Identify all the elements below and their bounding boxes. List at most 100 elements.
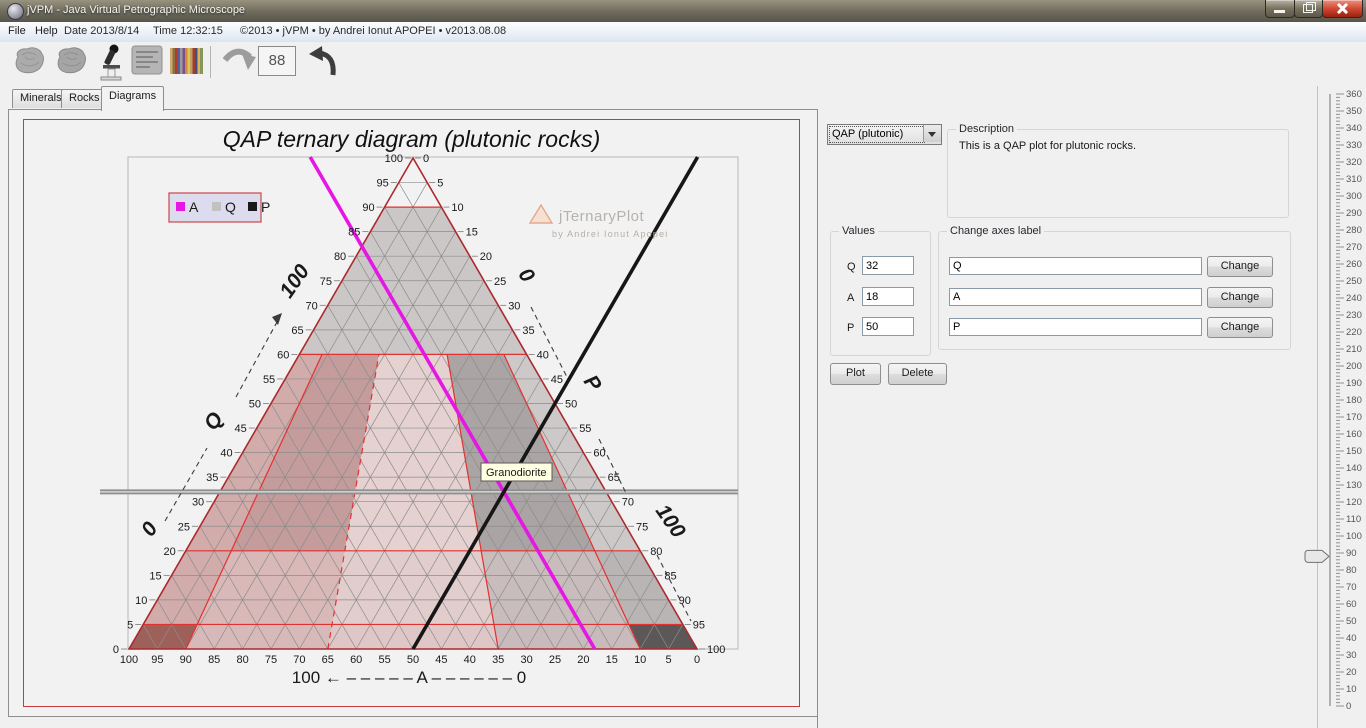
svg-text:25: 25: [494, 276, 506, 288]
rock-sample-2-icon[interactable]: [54, 45, 90, 82]
svg-text:10: 10: [634, 654, 646, 666]
rock-sample-1-icon[interactable]: [12, 45, 48, 82]
svg-text:50: 50: [565, 399, 577, 411]
change-q-button[interactable]: Change: [1207, 256, 1273, 277]
ternary-plot[interactable]: 0005551010101515152020202525253030303535…: [9, 109, 819, 721]
a-value-label: A: [847, 292, 855, 304]
counter-field[interactable]: 88: [258, 46, 296, 76]
svg-text:130: 130: [1346, 480, 1362, 491]
values-group-title: Values: [839, 225, 878, 237]
microscope-icon[interactable]: [96, 44, 126, 86]
svg-text:40: 40: [464, 654, 476, 666]
menu-help[interactable]: Help: [30, 25, 63, 37]
svg-text:55: 55: [378, 654, 390, 666]
svg-text:70: 70: [306, 300, 318, 312]
svg-text:jTernaryPlot: jTernaryPlot: [558, 208, 645, 225]
svg-text:by Andrei Ionut Apopei: by Andrei Ionut Apopei: [552, 229, 668, 239]
chevron-down-icon: [928, 132, 936, 137]
delete-button[interactable]: Delete: [888, 363, 947, 385]
svg-text:160: 160: [1346, 429, 1362, 440]
change-p-button[interactable]: Change: [1207, 317, 1273, 338]
close-button[interactable]: [1322, 0, 1363, 18]
svg-text:20: 20: [577, 654, 589, 666]
q-axis-label-input[interactable]: [949, 257, 1202, 275]
svg-text:75: 75: [265, 654, 277, 666]
diagram-type-value: QAP (plutonic): [829, 126, 925, 143]
svg-text:290: 290: [1346, 208, 1362, 219]
svg-text:35: 35: [206, 472, 218, 484]
svg-text:5: 5: [666, 654, 672, 666]
combo-dropdown-button[interactable]: [923, 125, 941, 142]
change-a-button[interactable]: Change: [1207, 287, 1273, 308]
redo-arrow-icon[interactable]: [222, 48, 256, 83]
svg-text:85: 85: [208, 654, 220, 666]
slider-groove[interactable]: [1329, 94, 1331, 706]
svg-text:85: 85: [348, 227, 360, 239]
svg-text:0: 0: [694, 654, 700, 666]
minimize-button[interactable]: [1265, 0, 1295, 18]
a-axis-label-input[interactable]: [949, 288, 1202, 306]
svg-text:230: 230: [1346, 310, 1362, 321]
svg-text:90: 90: [362, 202, 374, 214]
p-value-input[interactable]: [862, 317, 914, 336]
q-value-input[interactable]: [862, 256, 914, 275]
point-tooltip: Granodiorite: [480, 462, 553, 482]
legend-swatch-A: [176, 202, 185, 211]
svg-text:250: 250: [1346, 276, 1362, 287]
svg-text:20: 20: [480, 251, 492, 263]
diagram-type-select[interactable]: QAP (plutonic): [827, 124, 942, 145]
interference-color-chart-icon[interactable]: [170, 48, 203, 79]
svg-text:30: 30: [1346, 650, 1357, 661]
svg-text:100: 100: [707, 644, 725, 656]
svg-text:0: 0: [514, 264, 540, 287]
svg-text:15: 15: [466, 227, 478, 239]
svg-text:30: 30: [520, 654, 532, 666]
svg-text:20: 20: [164, 546, 176, 558]
legend-swatch-Q: [212, 202, 221, 211]
svg-text:0: 0: [137, 518, 163, 541]
svg-text:240: 240: [1346, 293, 1362, 304]
svg-text:P: P: [579, 371, 606, 396]
legend: AQP: [168, 192, 270, 223]
p-value-label: P: [847, 322, 855, 334]
p-axis-label-input[interactable]: [949, 318, 1202, 336]
tab-diagrams[interactable]: Diagrams: [101, 86, 165, 111]
svg-text:50: 50: [1346, 616, 1357, 627]
svg-text:80: 80: [650, 546, 662, 558]
svg-text:75: 75: [320, 276, 332, 288]
ruler-ticks: [1336, 93, 1344, 707]
svg-text:50: 50: [249, 399, 261, 411]
a-value-input[interactable]: [862, 287, 914, 306]
plot-button[interactable]: Plot: [830, 363, 881, 385]
svg-text:Q: Q: [225, 199, 236, 215]
svg-text:60: 60: [277, 349, 289, 361]
svg-text:P: P: [261, 199, 270, 215]
svg-text:300: 300: [1346, 191, 1362, 202]
panel-divider: [817, 109, 818, 728]
svg-text:260: 260: [1346, 259, 1362, 270]
legend-swatch-P: [248, 202, 257, 211]
rock-list-icon[interactable]: [131, 45, 163, 80]
toolbar-separator: [210, 46, 211, 78]
svg-text:25: 25: [549, 654, 561, 666]
svg-text:50: 50: [407, 654, 419, 666]
menu-file[interactable]: File: [3, 25, 31, 37]
status-copyright: ©2013 • jVPM • by Andrei Ionut APOPEI • …: [240, 25, 507, 37]
svg-text:5: 5: [437, 178, 443, 190]
svg-text:0: 0: [113, 644, 119, 656]
svg-text:100: 100: [385, 153, 403, 165]
svg-text:350: 350: [1346, 106, 1362, 117]
svg-text:180: 180: [1346, 395, 1362, 406]
watermark: jTernaryPlot by Andrei Ionut Apopei: [528, 203, 668, 239]
description-text: This is a QAP plot for plutonic rocks.: [959, 140, 1137, 152]
undo-arrow-icon[interactable]: [308, 46, 338, 83]
svg-text:170: 170: [1346, 412, 1362, 423]
restore-button[interactable]: [1294, 0, 1323, 18]
svg-text:90: 90: [679, 595, 691, 607]
zoom-ruler[interactable]: 0 10 20 30 40 50 60 70 80 90 100 110 120 130 140 150 160…: [1298, 84, 1366, 728]
svg-text:20: 20: [1346, 667, 1357, 678]
ruler-thumb[interactable]: [1304, 549, 1330, 563]
status-date: Date 2013/8/14: [64, 25, 140, 37]
svg-text:60: 60: [350, 654, 362, 666]
description-group: Description This is a QAP plot for pluto…: [947, 123, 1289, 218]
